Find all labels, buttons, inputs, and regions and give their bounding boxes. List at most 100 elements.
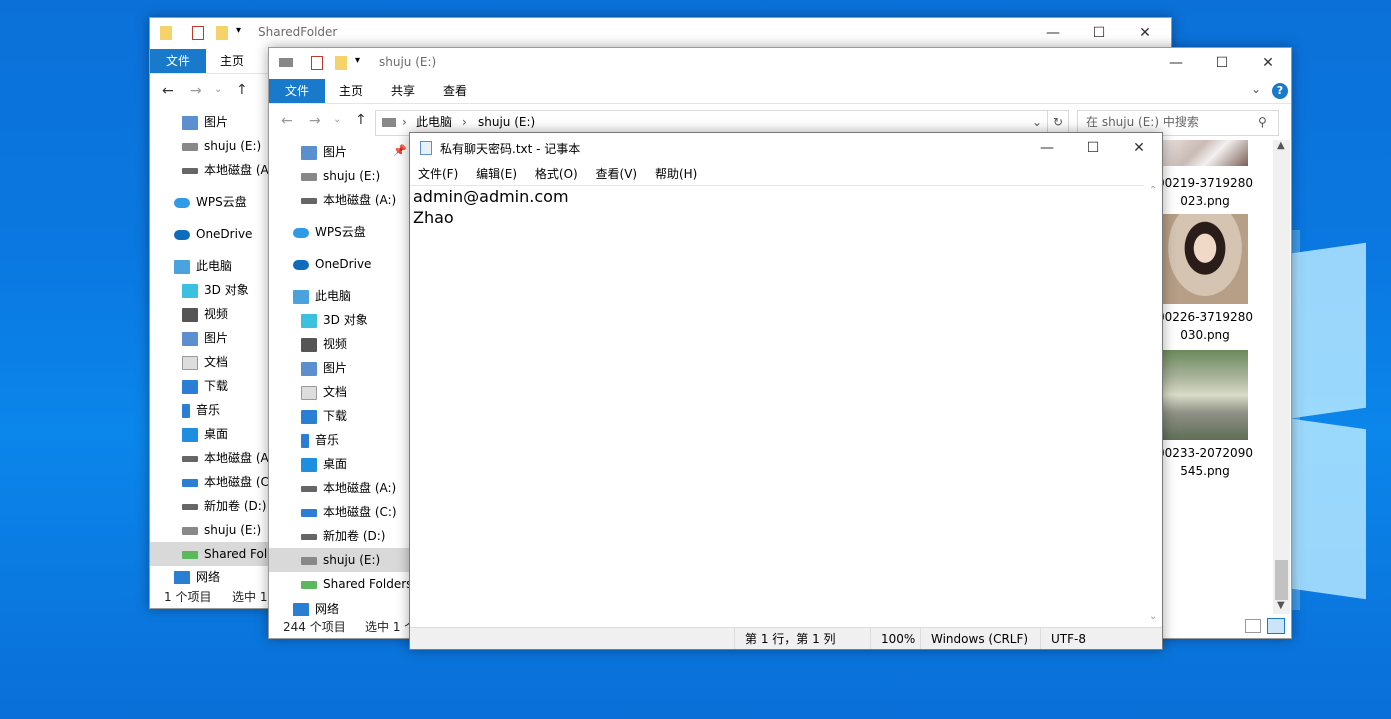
sidebar-item-local-disk-c[interactable]: 本地磁盘 (C:) — [301, 500, 397, 524]
desktop-icon — [182, 427, 198, 442]
sidebar-item-pictures-2[interactable]: 图片 — [301, 356, 347, 380]
sidebar-item-downloads[interactable]: 下载 — [182, 374, 228, 398]
tab-file[interactable]: 文件 — [150, 49, 207, 73]
scroll-up-icon[interactable]: ⌃ — [1149, 185, 1157, 196]
back-arrow-icon[interactable]: ← — [281, 113, 293, 129]
breadcrumb-shuju[interactable]: shuju (E:) — [478, 111, 535, 133]
sidebar-item-shuju[interactable]: shuju (E:) — [182, 134, 261, 158]
sidebar-item-desktop[interactable]: 桌面 — [182, 422, 228, 446]
tab-home[interactable]: 主页 — [327, 79, 375, 103]
search-input[interactable]: 在 shuju (E:) 中搜索 — [1086, 111, 1199, 133]
sidebar-item-pictures[interactable]: 图片 — [301, 140, 347, 164]
maximize-button[interactable]: ☐ — [1076, 18, 1122, 48]
file-name[interactable]: 00233-2072090 545.png — [1155, 444, 1255, 480]
minimize-button[interactable]: — — [1024, 133, 1070, 163]
file-thumbnail[interactable] — [1162, 350, 1248, 440]
sidebar-item-downloads[interactable]: 下载 — [301, 404, 347, 428]
forward-arrow-icon[interactable]: → — [190, 83, 202, 99]
sidebar-item-shared-folders[interactable]: Shared Folders — [301, 572, 409, 596]
minimize-button[interactable]: — — [1030, 18, 1076, 48]
content-scrollbar[interactable]: ▲ ▼ — [1273, 140, 1290, 614]
sidebar-item-local-disk-a-2[interactable]: 本地磁盘 (A:) — [301, 476, 396, 500]
quick-access-dropdown-icon[interactable]: ▾ — [355, 55, 360, 66]
sidebar-item-videos[interactable]: 视频 — [301, 332, 347, 356]
tab-home[interactable]: 主页 — [208, 49, 256, 73]
sidebar-item-wps-cloud[interactable]: WPS云盘 — [293, 220, 366, 244]
maximize-button[interactable]: ☐ — [1199, 48, 1245, 78]
sidebar-item-shuju[interactable]: shuju (E:) — [301, 164, 380, 188]
cloud-icon — [174, 197, 190, 208]
file-thumbnail[interactable] — [1162, 214, 1248, 304]
sidebar-item-local-disk-a[interactable]: 本地磁盘 (A:) — [182, 158, 277, 182]
help-icon[interactable]: ? — [1272, 83, 1288, 99]
sidebar-item-music[interactable]: 音乐 — [301, 428, 339, 452]
close-button[interactable]: ✕ — [1245, 48, 1291, 78]
title-bar: ▾ SharedFolder — ☐ ✕ — [150, 18, 1171, 48]
sidebar-item-network[interactable]: 网络 — [293, 602, 339, 616]
tab-view[interactable]: 查看 — [431, 79, 479, 103]
address-dropdown-icon[interactable]: ⌄ — [1032, 111, 1042, 133]
tab-share[interactable]: 共享 — [379, 79, 427, 103]
menu-file[interactable]: 文件(F) — [418, 167, 458, 181]
sidebar-item-new-volume-d[interactable]: 新加卷 (D:) — [182, 494, 266, 518]
sidebar-item-shuju-selected[interactable]: shuju (E:) — [269, 548, 409, 572]
up-arrow-icon[interactable]: ↑ — [236, 82, 248, 98]
film-icon — [182, 307, 198, 322]
chevron-down-icon[interactable]: ⌄ — [214, 84, 222, 95]
sidebar-item-music[interactable]: 音乐 — [182, 398, 220, 422]
tab-file[interactable]: 文件 — [269, 79, 326, 103]
chevron-down-icon[interactable]: ⌄ — [333, 114, 341, 125]
close-button[interactable]: ✕ — [1122, 18, 1168, 48]
scrollbar-thumb[interactable] — [1275, 560, 1288, 600]
file-name[interactable]: 00219-3719280 023.png — [1155, 174, 1255, 210]
sidebar-item-network[interactable]: 网络 — [174, 570, 220, 584]
sidebar-item-onedrive[interactable]: OneDrive — [174, 222, 252, 246]
new-folder-icon[interactable] — [335, 56, 347, 70]
menu-format[interactable]: 格式(O) — [535, 167, 578, 181]
properties-icon[interactable] — [311, 56, 323, 70]
close-button[interactable]: ✕ — [1116, 133, 1162, 163]
pin-icon[interactable]: 📌 — [393, 144, 407, 157]
sidebar-item-new-volume-d[interactable]: 新加卷 (D:) — [301, 524, 385, 548]
file-thumbnail[interactable] — [1162, 140, 1248, 166]
scroll-up-icon[interactable]: ▲ — [1277, 140, 1285, 151]
quick-access-dropdown-icon[interactable]: ▾ — [236, 25, 241, 36]
sidebar-item-local-disk-a-2[interactable]: 本地磁盘 (A:) — [182, 446, 277, 470]
sidebar-item-documents[interactable]: 文档 — [182, 350, 228, 374]
back-arrow-icon[interactable]: ← — [162, 83, 174, 99]
sidebar-item-this-pc[interactable]: 此电脑 — [293, 284, 351, 308]
editor-scrollbar[interactable]: ⌃ ⌄ — [1145, 185, 1162, 627]
ribbon-expand-chevron-icon[interactable]: ⌄ — [1251, 82, 1261, 96]
properties-icon[interactable] — [192, 26, 204, 40]
menu-view[interactable]: 查看(V) — [596, 167, 638, 181]
minimize-button[interactable]: — — [1153, 48, 1199, 78]
up-arrow-icon[interactable]: ↑ — [355, 112, 367, 128]
details-view-icon[interactable] — [1245, 619, 1261, 633]
sidebar-item-this-pc[interactable]: 此电脑 — [174, 254, 232, 278]
menu-edit[interactable]: 编辑(E) — [476, 167, 517, 181]
sidebar-item-shuju-2[interactable]: shuju (E:) — [182, 518, 261, 542]
sidebar-item-local-disk-c[interactable]: 本地磁盘 (C:) — [182, 470, 278, 494]
sidebar-item-wps-cloud[interactable]: WPS云盘 — [174, 190, 247, 214]
sidebar-item-documents[interactable]: 文档 — [301, 380, 347, 404]
new-folder-icon[interactable] — [216, 26, 228, 40]
maximize-button[interactable]: ☐ — [1070, 133, 1116, 163]
pictures-icon — [301, 361, 317, 376]
sidebar-item-3d-objects[interactable]: 3D 对象 — [301, 308, 368, 332]
sidebar-item-desktop[interactable]: 桌面 — [301, 452, 347, 476]
forward-arrow-icon[interactable]: → — [309, 113, 321, 129]
breadcrumb-this-pc[interactable]: 此电脑 — [416, 111, 452, 133]
sidebar-item-onedrive[interactable]: OneDrive — [293, 252, 371, 276]
sidebar-item-pictures-2[interactable]: 图片 — [182, 326, 228, 350]
sidebar-item-local-disk-a[interactable]: 本地磁盘 (A:) — [301, 188, 396, 212]
file-name[interactable]: 00226-3719280 030.png — [1155, 308, 1255, 344]
sidebar-item-3d-objects[interactable]: 3D 对象 — [182, 278, 249, 302]
sidebar-item-videos[interactable]: 视频 — [182, 302, 228, 326]
text-editor[interactable]: admin@admin.com Zhao — [410, 185, 1144, 628]
menu-help[interactable]: 帮助(H) — [655, 167, 697, 181]
scroll-down-icon[interactable]: ⌄ — [1149, 611, 1157, 622]
scroll-down-icon[interactable]: ▼ — [1277, 600, 1285, 611]
large-icons-view-icon[interactable] — [1267, 618, 1285, 634]
sidebar-item-shared-folders[interactable]: Shared Folders — [150, 542, 272, 566]
sidebar-item-pictures[interactable]: 图片 — [182, 110, 228, 134]
